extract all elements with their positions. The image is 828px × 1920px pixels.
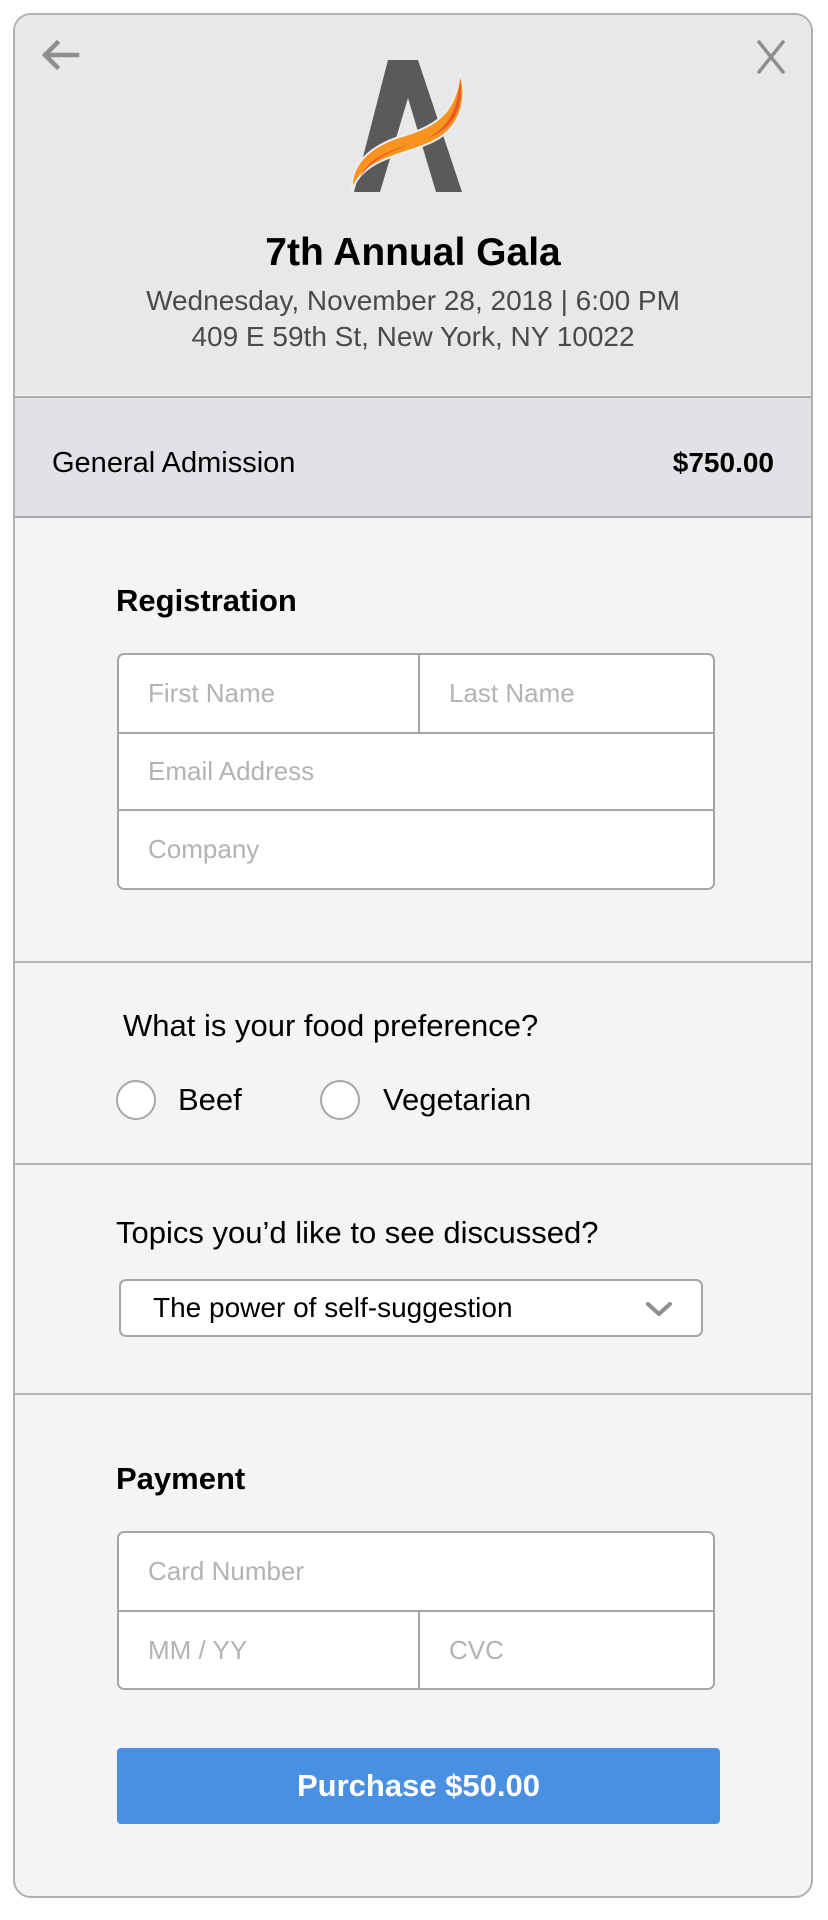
topics-select[interactable]: The power of self-suggestion: [119, 1279, 703, 1337]
company-input[interactable]: [148, 834, 713, 865]
last-name-field[interactable]: [420, 655, 713, 732]
section-divider: [15, 1163, 811, 1165]
close-x-icon: [757, 40, 785, 74]
ticket-price: $750.00: [672, 447, 774, 478]
expiry-input[interactable]: [148, 1634, 419, 1666]
card-number-input[interactable]: [148, 1556, 713, 1587]
registration-heading: Registration: [116, 583, 297, 618]
email-input[interactable]: [148, 756, 713, 787]
first-name-field[interactable]: [119, 655, 419, 732]
cvc-input[interactable]: [449, 1634, 713, 1666]
company-field[interactable]: [119, 811, 713, 888]
chevron-down-icon: [646, 1302, 672, 1316]
event-title: 7th Annual Gala: [265, 231, 561, 274]
event-logo: [350, 58, 486, 194]
radio-vegetarian-label[interactable]: Vegetarian: [383, 1080, 531, 1120]
radio-vegetarian[interactable]: [320, 1080, 360, 1120]
arrow-left-icon: [41, 39, 80, 71]
ticket-name: General Admission: [52, 447, 296, 479]
close-button[interactable]: [753, 37, 789, 77]
topics-selected-value: The power of self-suggestion: [153, 1292, 513, 1323]
radio-beef-label[interactable]: Beef: [178, 1080, 242, 1120]
registration-modal: 7th Annual Gala Wednesday, November 28, …: [13, 13, 813, 1898]
first-name-input[interactable]: [148, 678, 419, 709]
event-datetime: Wednesday, November 28, 2018 | 6:00 PM: [146, 285, 680, 316]
payment-heading: Payment: [116, 1461, 246, 1496]
cvc-field[interactable]: [420, 1612, 713, 1688]
food-question: What is your food preference?: [123, 1008, 539, 1043]
payment-fields: [117, 1531, 715, 1690]
section-divider: [15, 1393, 811, 1395]
last-name-input[interactable]: [449, 678, 713, 709]
back-button[interactable]: [37, 35, 81, 75]
email-field[interactable]: [119, 734, 713, 809]
registration-fields: [117, 653, 715, 890]
topics-question: Topics you’d like to see discussed?: [116, 1215, 599, 1250]
event-address: 409 E 59th St, New York, NY 10022: [191, 321, 635, 352]
purchase-button[interactable]: Purchase $50.00: [117, 1748, 720, 1824]
card-number-field[interactable]: [119, 1533, 713, 1610]
radio-beef[interactable]: [116, 1080, 156, 1120]
expiry-field[interactable]: [119, 1612, 419, 1688]
section-divider: [15, 961, 811, 963]
